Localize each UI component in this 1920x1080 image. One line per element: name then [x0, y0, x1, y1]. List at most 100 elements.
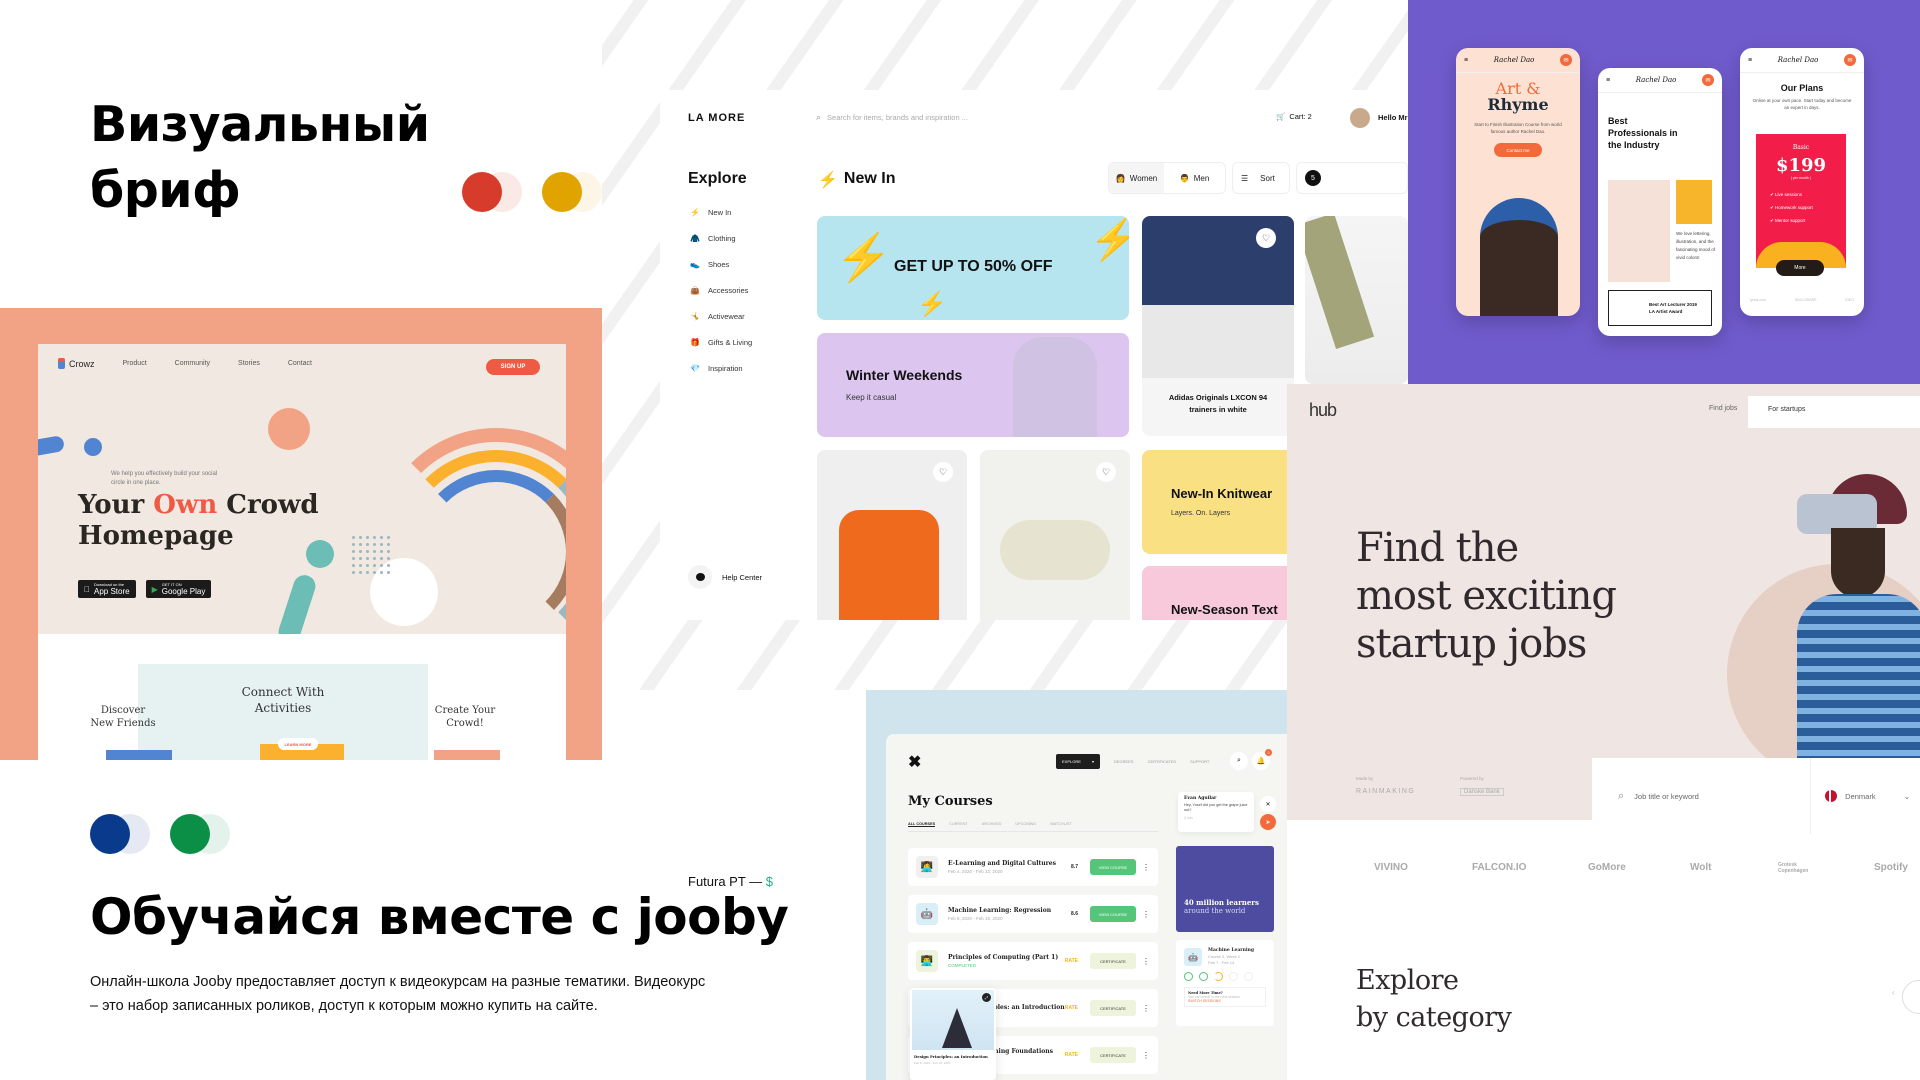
help-center-button[interactable]: Help Center	[688, 565, 762, 589]
award-box: Best Art Lecturer 2019 LA Artist Award	[1608, 290, 1712, 326]
crowz-mockup: Crowz Product Community Stories Contact …	[0, 308, 602, 760]
arc-blue	[414, 470, 566, 634]
winter-weekends-banner[interactable]: Winter Weekends Keep it casual	[817, 333, 1129, 437]
more-options-icon[interactable]: ⋮	[1142, 957, 1150, 966]
women-icon: 👩	[1115, 173, 1126, 183]
mail-icon[interactable]: ✉	[1559, 54, 1572, 66]
gender-toggle: 👩 Women 👨 Men	[1108, 162, 1226, 194]
nav-support[interactable]: SUPPORT	[1190, 759, 1209, 764]
tab-watchlist[interactable]: WATCHLIST	[1050, 822, 1072, 827]
category-icon: 👜	[690, 286, 700, 295]
crowz-nav-contact[interactable]: Contact	[288, 360, 312, 367]
promo-banner[interactable]: ⚡ ⚡ ⚡ GET UP TO 50% OFF	[817, 216, 1129, 320]
product-card-scarf[interactable]: ♡	[817, 450, 967, 620]
menu-icon[interactable]: ≡	[1748, 57, 1752, 64]
progress-circles	[1184, 972, 1266, 981]
nav-certificates[interactable]: CERTIFICATES	[1148, 759, 1177, 764]
crowz-logo[interactable]: Crowz	[58, 358, 95, 369]
nav-degrees[interactable]: DEGREES	[1114, 759, 1134, 764]
tab-current[interactable]: CURRENT	[949, 822, 968, 827]
google-play-button[interactable]: ▶ GET IT ON Google Play	[145, 580, 212, 598]
sidebar-item-gifts-living[interactable]: 🎁 Gifts & Living	[690, 338, 752, 347]
mail-icon[interactable]: ✉	[1701, 74, 1714, 86]
chat-popup: Evan Aguilar Hey, Yosef did you get the …	[1178, 792, 1254, 832]
favorite-icon[interactable]: ♡	[1096, 462, 1116, 482]
sort-button[interactable]: ☰ Sort	[1232, 162, 1290, 194]
lamore-search-input[interactable]: ⌕ Search for items, brands and inspirati…	[816, 112, 968, 123]
sidebar-item-activewear[interactable]: 🤸 Activewear	[690, 312, 745, 321]
favorite-icon[interactable]: ♡	[933, 462, 953, 482]
job-search-input[interactable]: Job title or keyword	[1634, 792, 1810, 801]
filter-count[interactable]: 5	[1296, 162, 1408, 194]
crowz-nav-community[interactable]: Community	[175, 360, 210, 367]
plan-card: Basic $199 ( per month ) ✔ Live sessions…	[1756, 134, 1846, 268]
more-options-icon[interactable]: ⋮	[1142, 863, 1150, 872]
crowz-headline: Your Own Crowd Homepage	[78, 490, 319, 551]
bolt-yellow-icon: ⚡	[1089, 218, 1129, 262]
nav-find-jobs[interactable]: Find jobs	[1709, 405, 1737, 412]
sidebar-item-inspiration[interactable]: 💎 Inspiration	[690, 364, 743, 373]
filter-women[interactable]: 👩 Women	[1109, 163, 1165, 193]
p1-text: Start to Finish Illustration Course from…	[1474, 122, 1562, 134]
user-avatar[interactable]	[1350, 108, 1370, 128]
sidebar-item-accessories[interactable]: 👜 Accessories	[690, 286, 748, 295]
explore-dropdown[interactable]: EXPLORE ▾	[1056, 754, 1100, 769]
course-row[interactable]: 🤖 Machine Learning: Regression Feb 8, 2020…	[908, 895, 1158, 933]
course-score[interactable]: RATE	[1065, 1005, 1078, 1011]
more-options-icon[interactable]: ⋮	[1142, 910, 1150, 919]
hub-logo[interactable]: hub	[1309, 400, 1337, 421]
course-row[interactable]: 👩‍💻 E-Learning and Digital Cultures Feb 4,…	[908, 848, 1158, 886]
country-select[interactable]: Denmark ⌄	[1810, 758, 1920, 834]
phone-header: ≡ Rachel Dao ✉	[1598, 68, 1722, 93]
favorite-icon[interactable]: ♡	[1256, 228, 1276, 248]
view-course-button[interactable]: VIEW COURSE	[1090, 859, 1136, 875]
expand-icon[interactable]: ⤢	[982, 993, 991, 1002]
crowz-nav-stories[interactable]: Stories	[238, 360, 260, 367]
product-card-trainers[interactable]: ♡ Adidas Originals LXCON 94 trainers in …	[1142, 216, 1294, 436]
nav-for-startups[interactable]: For startups	[1748, 396, 1920, 428]
app-store-button[interactable]:  Download on theApp Store	[78, 580, 136, 598]
crowz-nav-product[interactable]: Product	[123, 360, 147, 367]
tab-all-courses[interactable]: ALL COURSES	[908, 822, 936, 827]
knitwear-banner[interactable]: New-In Knitwear Layers. On. Layers	[1142, 450, 1302, 554]
sidebar-item-shoes[interactable]: 👟 Shoes	[690, 260, 729, 269]
sidebar-item-new-in[interactable]: ⚡ New In	[690, 208, 731, 217]
more-options-icon[interactable]: ⋮	[1142, 1051, 1150, 1060]
cart-button[interactable]: 🛒 Cart: 2	[1276, 112, 1312, 121]
more-button[interactable]: More	[1776, 260, 1824, 276]
sidebar-item-clothing[interactable]: 🧥 Clothing	[690, 234, 736, 243]
course-name: Machine Learning: Regression	[948, 907, 1052, 914]
crowz-signup-button[interactable]: SIGN UP	[486, 359, 540, 375]
mail-icon[interactable]: ✉	[1843, 54, 1856, 66]
product-card-joggers[interactable]	[1305, 216, 1408, 384]
more-options-icon[interactable]: ⋮	[1142, 1004, 1150, 1013]
contact-button[interactable]: Contact me	[1494, 143, 1542, 157]
learn-more-button[interactable]: LEARN MORE	[278, 738, 318, 750]
learners-promo: 40 million learners around the world	[1176, 846, 1274, 932]
view-course-button[interactable]: VIEW COURSE	[1090, 906, 1136, 922]
course-score[interactable]: RATE	[1065, 1052, 1078, 1058]
certificate-button[interactable]: CERTIFICATE	[1090, 953, 1136, 969]
jooby-logo-icon[interactable]: ✖	[908, 752, 921, 772]
switch-sessions-link[interactable]: SWITCH SESSIONS	[1188, 999, 1262, 1003]
swatch-green	[170, 814, 210, 854]
send-button[interactable]: ➤	[1260, 814, 1276, 830]
product-card-sneakers[interactable]: ♡	[980, 450, 1130, 620]
search-button[interactable]: ⌕	[1230, 752, 1248, 770]
menu-icon[interactable]: ≡	[1606, 77, 1610, 84]
certificate-button[interactable]: CERTIFICATE	[1090, 1047, 1136, 1063]
certificate-button[interactable]: CERTIFICATE	[1090, 1000, 1136, 1016]
notifications-button[interactable]: 🔔 2	[1252, 749, 1272, 770]
filter-men[interactable]: 👨 Men	[1164, 174, 1225, 183]
course-score[interactable]: RATE	[1065, 958, 1078, 964]
close-chat-button[interactable]: ✕	[1260, 796, 1276, 812]
course-row[interactable]: 👨‍💻 Principles of Computing (Part 1) COMPL…	[908, 942, 1158, 980]
carousel-next-button[interactable]	[1902, 980, 1920, 1014]
carousel-prev-icon[interactable]: ‹	[1892, 988, 1895, 997]
tab-upcoming[interactable]: UPCOMING	[1015, 822, 1036, 827]
lamore-logo[interactable]: LA MORE	[688, 105, 745, 127]
tab-archived[interactable]: ARCHIVED	[982, 822, 1002, 827]
new-season-banner[interactable]: New-Season Text	[1142, 566, 1302, 620]
menu-icon[interactable]: ≡	[1464, 57, 1468, 64]
rachel-dao-mockup: ≡ Rachel Dao ✉ Art & Rhyme Start to Finish …	[1408, 0, 1920, 384]
